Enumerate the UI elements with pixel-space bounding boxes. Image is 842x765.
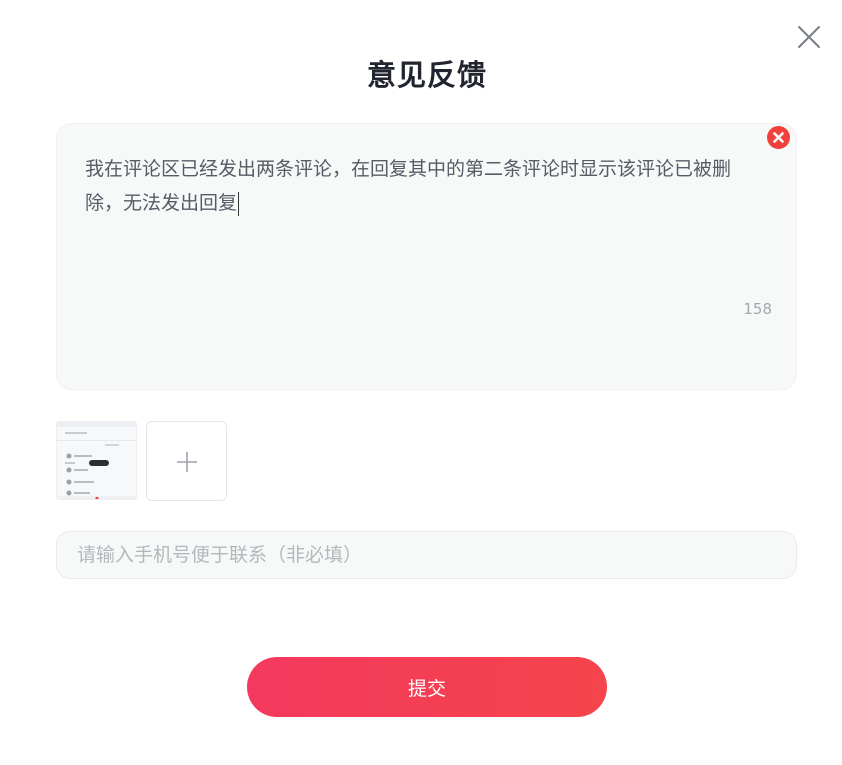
close-icon [798,26,820,48]
feedback-dialog: 意见反馈 我在评论区已经发出两条评论，在回复其中的第二条评论时显示该评论已被删除… [0,0,842,765]
feedback-textarea[interactable]: 我在评论区已经发出两条评论，在回复其中的第二条评论时显示该评论已被删除，无法发出… [56,123,797,390]
submit-button[interactable]: 提交 [247,657,607,717]
feedback-text[interactable]: 我在评论区已经发出两条评论，在回复其中的第二条评论时显示该评论已被删除，无法发出… [85,152,757,220]
close-button[interactable] [794,22,824,52]
add-image-button[interactable] [146,421,227,501]
feedback-text-content: 我在评论区已经发出两条评论，在回复其中的第二条评论时显示该评论已被删除，无法发出… [85,158,732,214]
text-caret [238,191,240,216]
plus-icon [177,452,197,472]
char-count: 158 [743,300,772,318]
dialog-title: 意见反馈 [366,58,487,92]
clear-text-button[interactable] [767,126,790,149]
clear-circle-icon [773,132,784,143]
phone-input[interactable] [56,531,797,579]
screenshot-thumbnail-image [57,422,136,499]
attachment-thumbnail[interactable] [56,421,137,500]
